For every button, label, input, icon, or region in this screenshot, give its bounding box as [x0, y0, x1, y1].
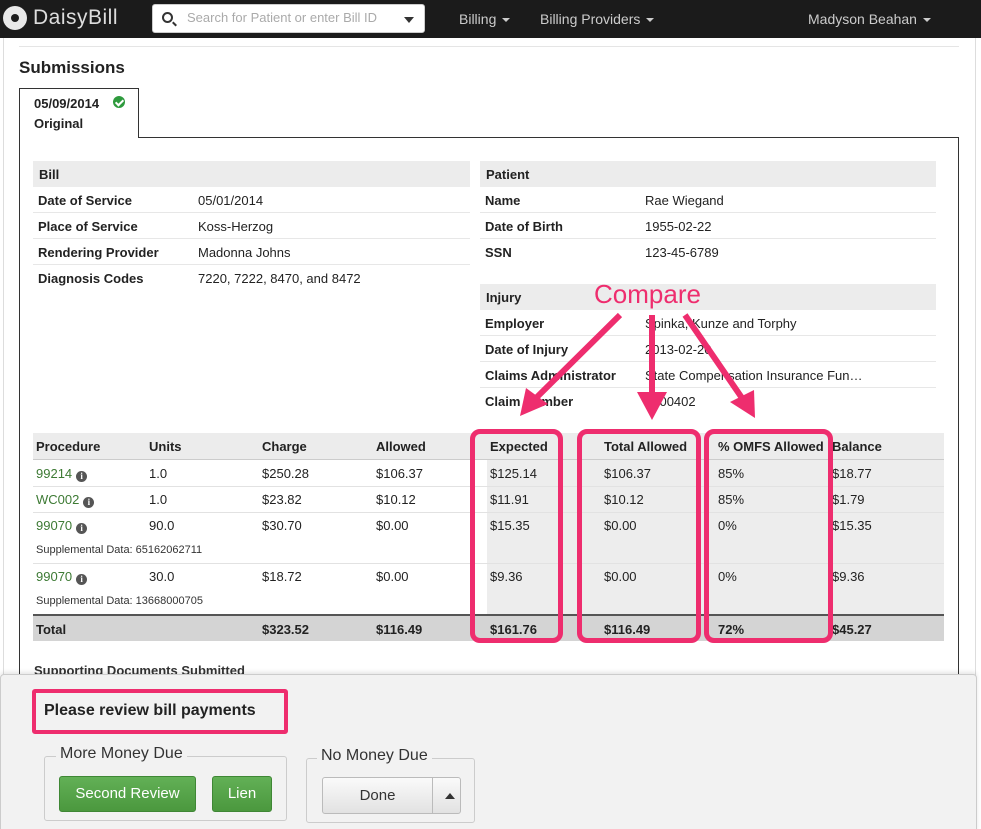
second-review-button[interactable]: Second Review	[59, 776, 196, 812]
tab-type: Original	[34, 116, 84, 131]
review-title: Please review bill payments	[32, 689, 288, 734]
no-money-due-legend: No Money Due	[317, 747, 432, 765]
done-button[interactable]: Done	[322, 777, 433, 814]
check-circle-icon	[113, 96, 125, 108]
arrow-to-total-allowed	[637, 315, 667, 420]
arrow-to-omfs-allowed	[682, 313, 755, 418]
done-dropdown-toggle[interactable]	[432, 777, 461, 814]
more-money-due-legend: More Money Due	[56, 745, 187, 763]
tab-submission-original[interactable]: 05/09/2014 Original	[19, 88, 139, 138]
chevron-up-icon	[445, 793, 455, 799]
tab-date: 05/09/2014	[34, 96, 100, 111]
lien-button[interactable]: Lien	[212, 776, 272, 812]
arrow-to-expected	[520, 312, 623, 416]
